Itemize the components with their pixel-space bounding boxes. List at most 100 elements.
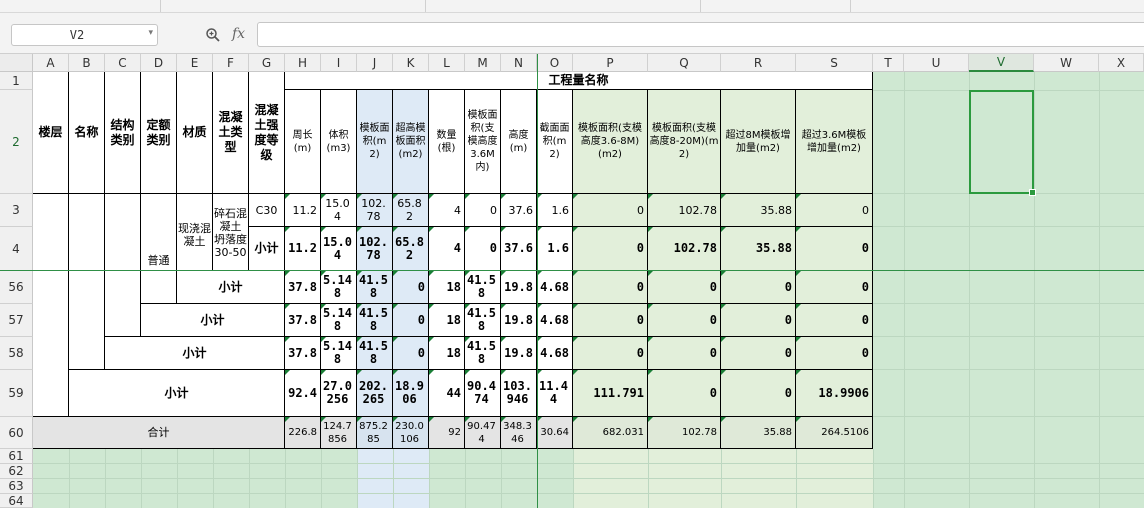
- header-cell-high-formwork[interactable]: 超高模板面积(m2): [393, 90, 429, 194]
- row-header[interactable]: 59: [0, 370, 33, 417]
- data-cell[interactable]: 15.04: [321, 227, 357, 271]
- row-header[interactable]: 60: [0, 417, 33, 449]
- data-cell[interactable]: 0: [796, 304, 873, 337]
- data-cell[interactable]: 124.7856: [321, 417, 357, 449]
- data-cell[interactable]: 0: [573, 194, 648, 227]
- subtotal-label[interactable]: 小计: [141, 304, 285, 337]
- data-cell[interactable]: 875.285: [357, 417, 393, 449]
- header-cell-concrete-type[interactable]: 混凝土类型: [213, 72, 249, 194]
- column-header-n[interactable]: N: [501, 54, 537, 72]
- data-cell[interactable]: 0: [648, 304, 721, 337]
- quota-cell[interactable]: 普通: [141, 194, 177, 271]
- data-cell[interactable]: 264.5106: [796, 417, 873, 449]
- data-cell[interactable]: 90.474: [465, 417, 501, 449]
- header-cell-perimeter[interactable]: 周长(m): [285, 90, 321, 194]
- data-cell[interactable]: 4.68: [537, 337, 573, 370]
- data-cell[interactable]: 41.58: [465, 304, 501, 337]
- data-cell[interactable]: 0: [796, 227, 873, 271]
- data-cell[interactable]: 30.64: [537, 417, 573, 449]
- data-cell[interactable]: 102.78: [357, 194, 393, 227]
- data-cell[interactable]: 35.88: [721, 194, 796, 227]
- data-cell[interactable]: 37.6: [501, 227, 537, 271]
- data-cell[interactable]: 102.78: [648, 194, 721, 227]
- column-header-w[interactable]: W: [1034, 54, 1099, 72]
- column-header-l[interactable]: L: [429, 54, 465, 72]
- column-header-h[interactable]: H: [285, 54, 321, 72]
- data-cell[interactable]: 102.78: [357, 227, 393, 271]
- data-cell[interactable]: 0: [721, 337, 796, 370]
- concrete-type-cell[interactable]: 碎石混凝土 坍落度30-50: [213, 194, 249, 271]
- data-cell[interactable]: 0: [721, 271, 796, 304]
- column-header-a[interactable]: A: [33, 54, 69, 72]
- spreadsheet-grid[interactable]: A B C D E F G H I J K L M N O P Q R S T …: [0, 54, 1144, 508]
- material-cell[interactable]: 现浇混凝土: [177, 194, 213, 271]
- data-cell[interactable]: 5.148: [321, 337, 357, 370]
- column-header-q[interactable]: Q: [648, 54, 721, 72]
- header-cell-formwork-36[interactable]: 模板面积(支模高度3.6M内): [465, 90, 501, 194]
- header-cell-section[interactable]: 截面面积(m2): [537, 90, 573, 194]
- data-cell[interactable]: 0: [721, 370, 796, 417]
- row-header[interactable]: 62: [0, 464, 33, 479]
- data-cell[interactable]: 4: [429, 194, 465, 227]
- data-cell[interactable]: 65.82: [393, 194, 429, 227]
- header-cell-over-8m[interactable]: 超过8M模板增加量(m2): [721, 90, 796, 194]
- header-cell-volume[interactable]: 体积(m3): [321, 90, 357, 194]
- data-cell[interactable]: 15.04: [321, 194, 357, 227]
- data-cell[interactable]: 103.946: [501, 370, 537, 417]
- data-cell[interactable]: 19.8: [501, 337, 537, 370]
- data-cell[interactable]: 41.58: [357, 337, 393, 370]
- row-header[interactable]: 61: [0, 449, 33, 464]
- header-cell-formwork-area[interactable]: 模板面积(m2): [357, 90, 393, 194]
- column-header-d[interactable]: D: [141, 54, 177, 72]
- zoom-icon[interactable]: [205, 27, 221, 47]
- data-cell[interactable]: 111.791: [573, 370, 648, 417]
- data-cell[interactable]: 11.44: [537, 370, 573, 417]
- column-header-e[interactable]: E: [177, 54, 213, 72]
- data-cell[interactable]: 230.0106: [393, 417, 429, 449]
- data-cell[interactable]: 0: [573, 304, 648, 337]
- data-cell[interactable]: 41.58: [357, 304, 393, 337]
- data-cell[interactable]: 41.58: [465, 271, 501, 304]
- data-cell[interactable]: 202.265: [357, 370, 393, 417]
- data-cell[interactable]: 0: [465, 194, 501, 227]
- data-cell[interactable]: 0: [465, 227, 501, 271]
- data-cell[interactable]: 5.148: [321, 271, 357, 304]
- data-cell[interactable]: 0: [573, 227, 648, 271]
- data-cell[interactable]: 18: [429, 337, 465, 370]
- data-cell[interactable]: 92.4: [285, 370, 321, 417]
- data-cell[interactable]: 44: [429, 370, 465, 417]
- header-cell-over-36m[interactable]: 超过3.6M模板增加量(m2): [796, 90, 873, 194]
- data-cell[interactable]: 682.031: [573, 417, 648, 449]
- column-header-u[interactable]: U: [904, 54, 969, 72]
- data-cell[interactable]: 226.8: [285, 417, 321, 449]
- row-header[interactable]: 3: [0, 194, 33, 227]
- chevron-down-icon[interactable]: ▾: [148, 28, 153, 38]
- data-cell[interactable]: 0: [721, 304, 796, 337]
- total-label[interactable]: 合计: [33, 417, 285, 449]
- quota-cell[interactable]: [141, 271, 177, 304]
- data-cell[interactable]: 1.6: [537, 194, 573, 227]
- data-cell[interactable]: 0: [648, 370, 721, 417]
- data-cell[interactable]: 35.88: [721, 227, 796, 271]
- data-cell[interactable]: 0: [648, 337, 721, 370]
- data-cell[interactable]: 65.82: [393, 227, 429, 271]
- data-cell[interactable]: 90.474: [465, 370, 501, 417]
- column-header-f[interactable]: F: [213, 54, 249, 72]
- data-cell[interactable]: 37.8: [285, 271, 321, 304]
- subtotal-label[interactable]: 小计: [177, 271, 285, 304]
- data-cell[interactable]: 0: [648, 271, 721, 304]
- column-header-o[interactable]: O: [537, 54, 573, 72]
- row-header[interactable]: 1: [0, 72, 33, 90]
- column-header-j[interactable]: J: [357, 54, 393, 72]
- column-header-v[interactable]: V: [969, 54, 1034, 72]
- subtotal-label[interactable]: 小计: [69, 370, 285, 417]
- data-cell[interactable]: 348.346: [501, 417, 537, 449]
- subtotal-label[interactable]: 小计: [249, 227, 285, 271]
- row-header[interactable]: 63: [0, 479, 33, 494]
- data-cell[interactable]: 27.0256: [321, 370, 357, 417]
- data-cell[interactable]: 0: [573, 337, 648, 370]
- data-cell[interactable]: 18.906: [393, 370, 429, 417]
- data-cell[interactable]: 0: [796, 337, 873, 370]
- data-cell[interactable]: 5.148: [321, 304, 357, 337]
- data-cell[interactable]: 4: [429, 227, 465, 271]
